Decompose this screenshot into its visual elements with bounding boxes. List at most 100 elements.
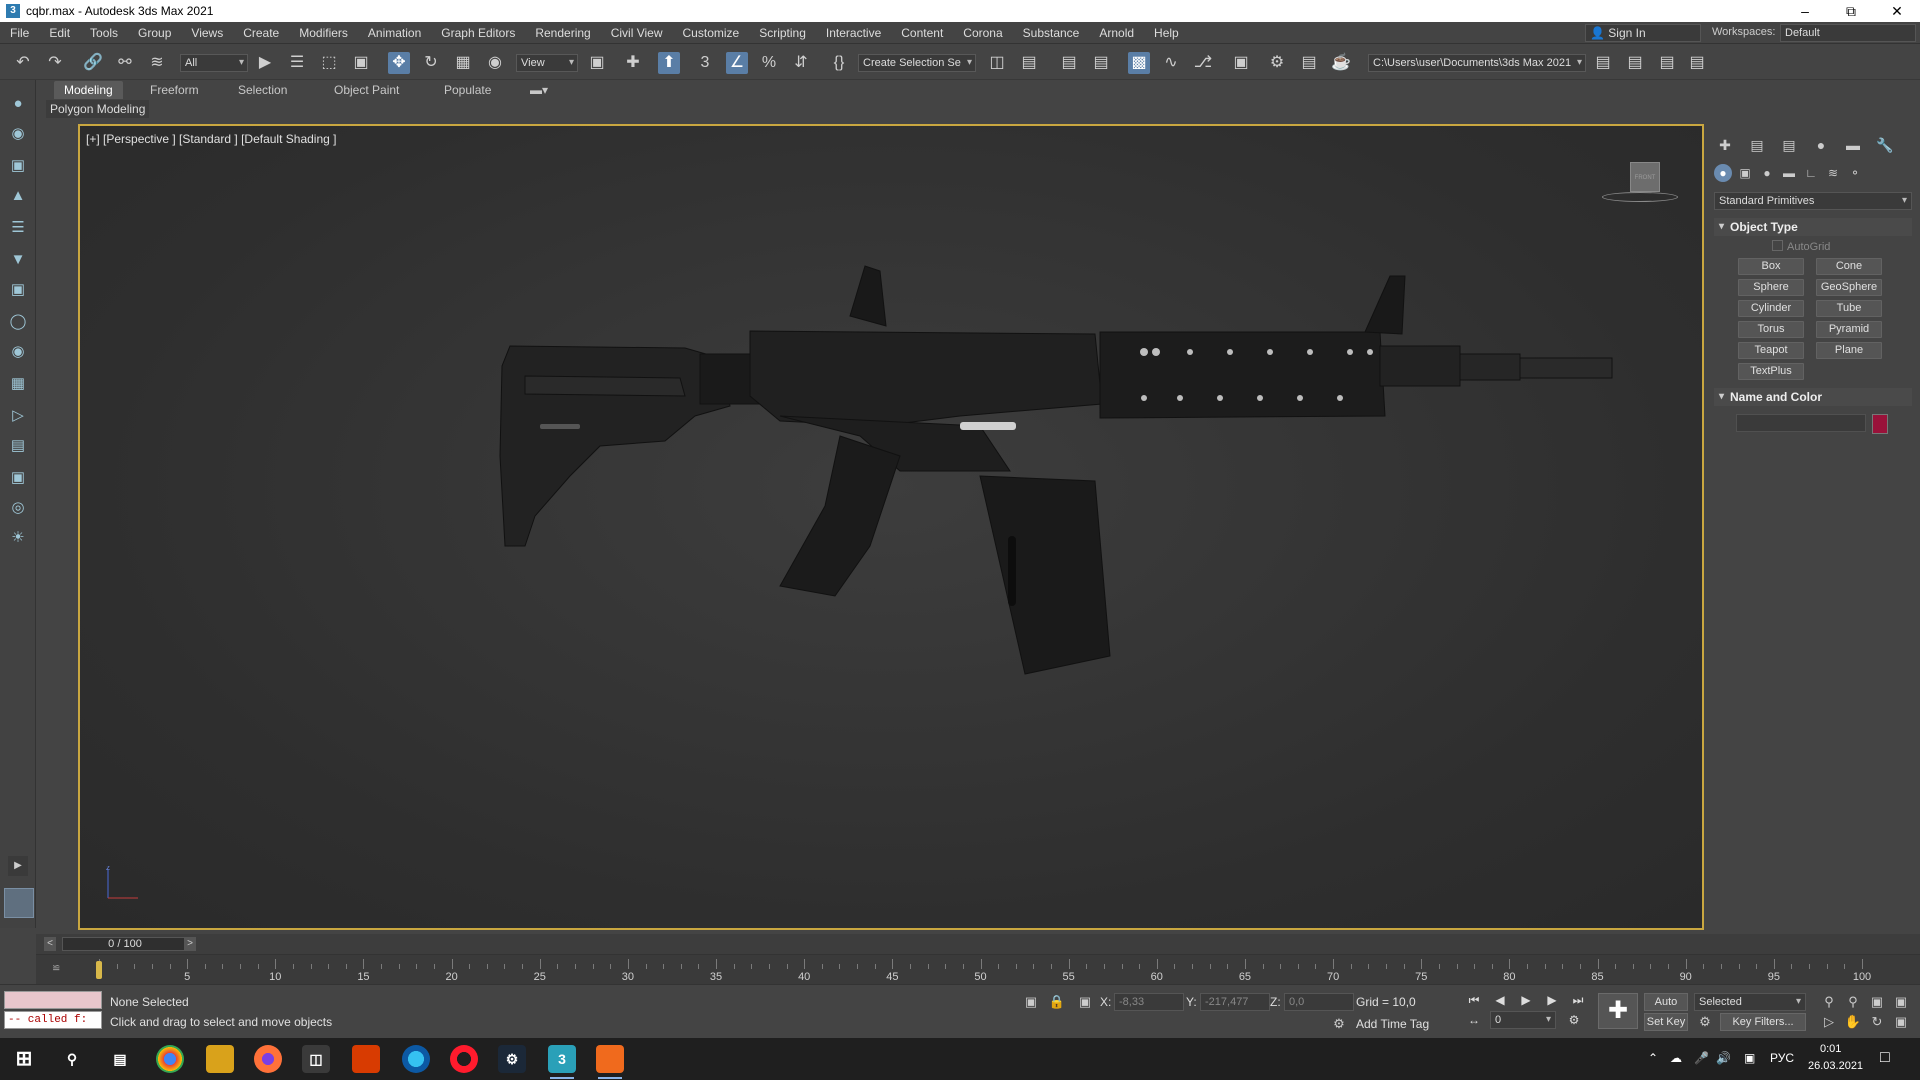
time-slider-thumb[interactable]: 0 / 100: [62, 937, 188, 951]
lamp-icon[interactable]: ●: [8, 94, 28, 114]
create-tab-icon[interactable]: ✚: [1714, 134, 1736, 156]
object-name-field[interactable]: [1736, 414, 1866, 432]
reference-coord-dropdown[interactable]: View: [516, 54, 578, 72]
mini-curve-icon[interactable]: ≌: [52, 963, 60, 974]
maximize-viewport-icon[interactable]: ▣: [1892, 1013, 1910, 1031]
select-by-name-icon[interactable]: ☰: [286, 52, 308, 74]
steam-icon[interactable]: ⚙: [498, 1045, 526, 1073]
toggle-ribbon-icon[interactable]: ▩: [1128, 52, 1150, 74]
name-and-color-rollout[interactable]: Name and Color: [1714, 388, 1912, 406]
zoom-icon[interactable]: ⚲: [1820, 993, 1838, 1011]
modify-tab-icon[interactable]: ▤: [1746, 134, 1768, 156]
geometry-icon[interactable]: ●: [1714, 164, 1732, 182]
absolute-mode-icon[interactable]: ▣: [1076, 993, 1094, 1011]
field-of-view-icon[interactable]: ▷: [1820, 1013, 1838, 1031]
display-tab-icon[interactable]: ▬: [1842, 134, 1864, 156]
minimize-button[interactable]: –: [1782, 0, 1828, 22]
go-to-end-icon[interactable]: ⏭: [1568, 991, 1588, 1009]
grid-icon[interactable]: ▦: [8, 374, 28, 394]
snaps-toggle-icon[interactable]: 3: [694, 52, 716, 74]
clock-date[interactable]: 26.03.2021: [1808, 1060, 1863, 1072]
sphere-icon[interactable]: ◉: [8, 124, 28, 144]
container-icon[interactable]: ▤: [1624, 52, 1646, 74]
unlink-icon[interactable]: ⚯: [114, 52, 136, 74]
play-grid-icon[interactable]: ▷: [8, 406, 28, 426]
play-icon[interactable]: ▶: [1516, 991, 1536, 1009]
motion-tab-icon[interactable]: ●: [1810, 134, 1832, 156]
zoom-all-icon[interactable]: ⚲: [1844, 993, 1862, 1011]
prev-frame-arrow[interactable]: <: [44, 937, 56, 951]
open-explorer-icon[interactable]: ▤: [1592, 52, 1614, 74]
primitive-category-dropdown[interactable]: Standard Primitives: [1714, 192, 1912, 210]
menu-scripting[interactable]: Scripting: [749, 22, 816, 44]
display-tray-icon[interactable]: ▣: [1744, 1051, 1755, 1065]
3ds-max-icon[interactable]: 3: [548, 1045, 576, 1079]
rect-selection-icon[interactable]: ⬚: [318, 52, 340, 74]
torus-icon[interactable]: ◯: [8, 312, 28, 332]
cone-button[interactable]: Cone: [1816, 258, 1882, 275]
rendered-frame-icon[interactable]: ▤: [1298, 52, 1320, 74]
menu-substance[interactable]: Substance: [1013, 22, 1090, 44]
viewport-layout-icon[interactable]: [4, 888, 34, 918]
volume-icon[interactable]: 🔊: [1716, 1051, 1731, 1065]
mirror-icon[interactable]: ◫: [986, 52, 1008, 74]
object-color-swatch[interactable]: [1872, 414, 1888, 434]
notifications-icon[interactable]: □: [1880, 1049, 1890, 1067]
restore-button[interactable]: ⧉: [1828, 0, 1874, 22]
track-bar[interactable]: ≌ 5 10 15 20 25 30 35 40 45 50 55 60 65 70 75 80 85 90 95 1…: [36, 954, 1920, 984]
tab-populate[interactable]: Populate: [434, 81, 501, 99]
tab-selection[interactable]: Selection: [228, 81, 297, 99]
autogrid-checkbox[interactable]: AutoGrid: [1772, 240, 1830, 253]
time-tag-icon[interactable]: ⚙: [1330, 1015, 1348, 1033]
container-close-icon[interactable]: ▤: [1686, 52, 1708, 74]
key-filters-button[interactable]: Key Filters...: [1720, 1013, 1806, 1031]
pan-icon[interactable]: ✋: [1844, 1013, 1862, 1031]
time-config-icon[interactable]: ⚙: [1564, 1011, 1584, 1029]
menu-rendering[interactable]: Rendering: [525, 22, 600, 44]
menu-file[interactable]: File: [0, 22, 39, 44]
previous-frame-icon[interactable]: ◀: [1490, 991, 1510, 1009]
network-tray-icon[interactable]: ☁: [1670, 1051, 1682, 1065]
utilities-tab-icon[interactable]: 🔧: [1874, 134, 1896, 156]
tab-modeling[interactable]: Modeling: [54, 81, 123, 99]
render-production-icon[interactable]: ☕: [1330, 52, 1352, 74]
layer-explorer-icon[interactable]: ▤: [1090, 52, 1112, 74]
ribbon-options-icon[interactable]: ▬▾: [520, 81, 558, 99]
window-icon[interactable]: ▣: [8, 468, 28, 488]
task-view-icon[interactable]: ▤: [106, 1045, 134, 1073]
firefox-icon[interactable]: [254, 1045, 282, 1073]
angle-snap-icon[interactable]: ∠: [726, 52, 748, 74]
set-key-button[interactable]: Set Key: [1644, 1013, 1688, 1031]
menu-create[interactable]: Create: [233, 22, 289, 44]
menu-customize[interactable]: Customize: [673, 22, 750, 44]
undo-icon[interactable]: ↶: [12, 52, 34, 74]
window-crossing-icon[interactable]: ▣: [350, 52, 372, 74]
sphere-button[interactable]: Sphere: [1738, 279, 1804, 296]
menu-animation[interactable]: Animation: [358, 22, 431, 44]
material-editor-icon[interactable]: ▣: [1230, 52, 1252, 74]
chrome-icon[interactable]: [156, 1045, 184, 1073]
camera-icon[interactable]: ▣: [8, 156, 28, 176]
store-icon[interactable]: ◫: [302, 1045, 330, 1073]
scene-explorer-icon[interactable]: ▤: [1058, 52, 1080, 74]
key-mode-icon[interactable]: ↔: [1464, 1011, 1484, 1029]
named-selection-dropdown[interactable]: Create Selection Se: [858, 54, 976, 72]
menu-edit[interactable]: Edit: [39, 22, 80, 44]
key-selection-dropdown[interactable]: Selected: [1694, 993, 1806, 1011]
shield-icon[interactable]: ▣: [8, 280, 28, 300]
percent-snap-icon[interactable]: %: [758, 52, 780, 74]
select-place-icon[interactable]: ◉: [484, 52, 506, 74]
menu-arnold[interactable]: Arnold: [1089, 22, 1144, 44]
torus-button[interactable]: Torus: [1738, 321, 1804, 338]
select-object-icon[interactable]: ▶: [254, 52, 276, 74]
rifle-model[interactable]: [80, 126, 1702, 928]
link-icon[interactable]: 🔗: [82, 52, 104, 74]
current-frame-marker[interactable]: [96, 961, 102, 979]
render-setup-icon[interactable]: ⚙: [1266, 52, 1288, 74]
menu-help[interactable]: Help: [1144, 22, 1189, 44]
curve-editor-icon[interactable]: ∿: [1160, 52, 1182, 74]
current-frame-field[interactable]: 0: [1490, 1011, 1556, 1029]
tube-button[interactable]: Tube: [1816, 300, 1882, 317]
substance-icon[interactable]: [596, 1045, 624, 1079]
zoom-extents-icon[interactable]: ▣: [1868, 993, 1886, 1011]
